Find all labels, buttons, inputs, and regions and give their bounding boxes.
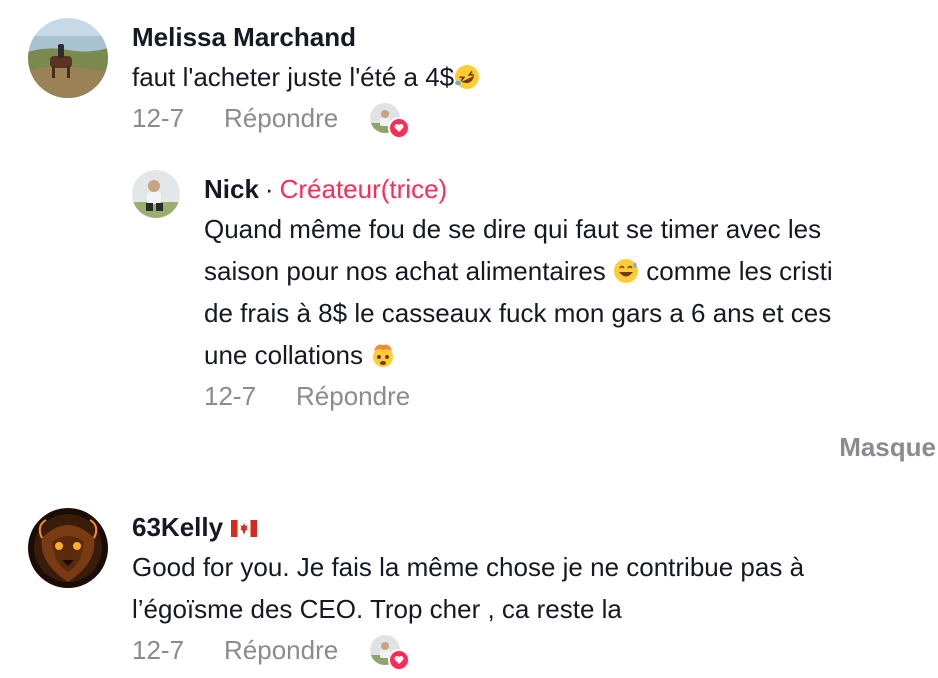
creator-liked-indicator [370, 635, 411, 671]
comment-text: Good for you. Je fais la même chose je n… [132, 552, 805, 624]
reply-button[interactable]: Répondre [296, 381, 410, 412]
heart-icon [388, 117, 411, 139]
comment-date: 12-7 [204, 380, 257, 411]
reply-button[interactable]: Répondre [224, 635, 338, 666]
comment-text: Quand même fou de se dire qui faut se ti… [204, 214, 833, 370]
exploding-head-emoji [373, 344, 394, 367]
comment-meta: 12-7 Répondre [132, 98, 480, 139]
comment-meta: 12-7 Répondre [204, 376, 833, 416]
canada-flag-icon [231, 519, 258, 537]
comment-author-row: Nick · Créateur(trice) [204, 174, 833, 204]
avatar[interactable] [132, 170, 180, 218]
reply-button[interactable]: Répondre [224, 103, 338, 134]
comment-date: 12-7 [132, 634, 185, 665]
grinning-sweat-emoji [614, 259, 639, 283]
rolling-on-floor-laughing-emoji [455, 65, 480, 89]
comment-meta: 12-7 Répondre [132, 630, 804, 671]
comment-text: faut l'acheter juste l'été a 4$ [132, 56, 480, 98]
avatar[interactable] [28, 508, 108, 588]
comment-date: 12-7 [132, 102, 185, 133]
comment-author[interactable]: Nick [204, 174, 259, 204]
heart-icon [388, 649, 411, 671]
avatar[interactable] [28, 18, 108, 98]
creator-badge: Créateur(trice) [279, 174, 448, 204]
creator-liked-indicator [370, 103, 411, 139]
separator-dot: · [264, 174, 274, 204]
comment-author[interactable]: 63Kelly [132, 512, 223, 542]
hide-replies-button[interactable]: Masque [839, 432, 936, 463]
comment-author-row: 63Kelly [132, 512, 804, 542]
comment-author[interactable]: Melissa Marchand [132, 22, 480, 52]
